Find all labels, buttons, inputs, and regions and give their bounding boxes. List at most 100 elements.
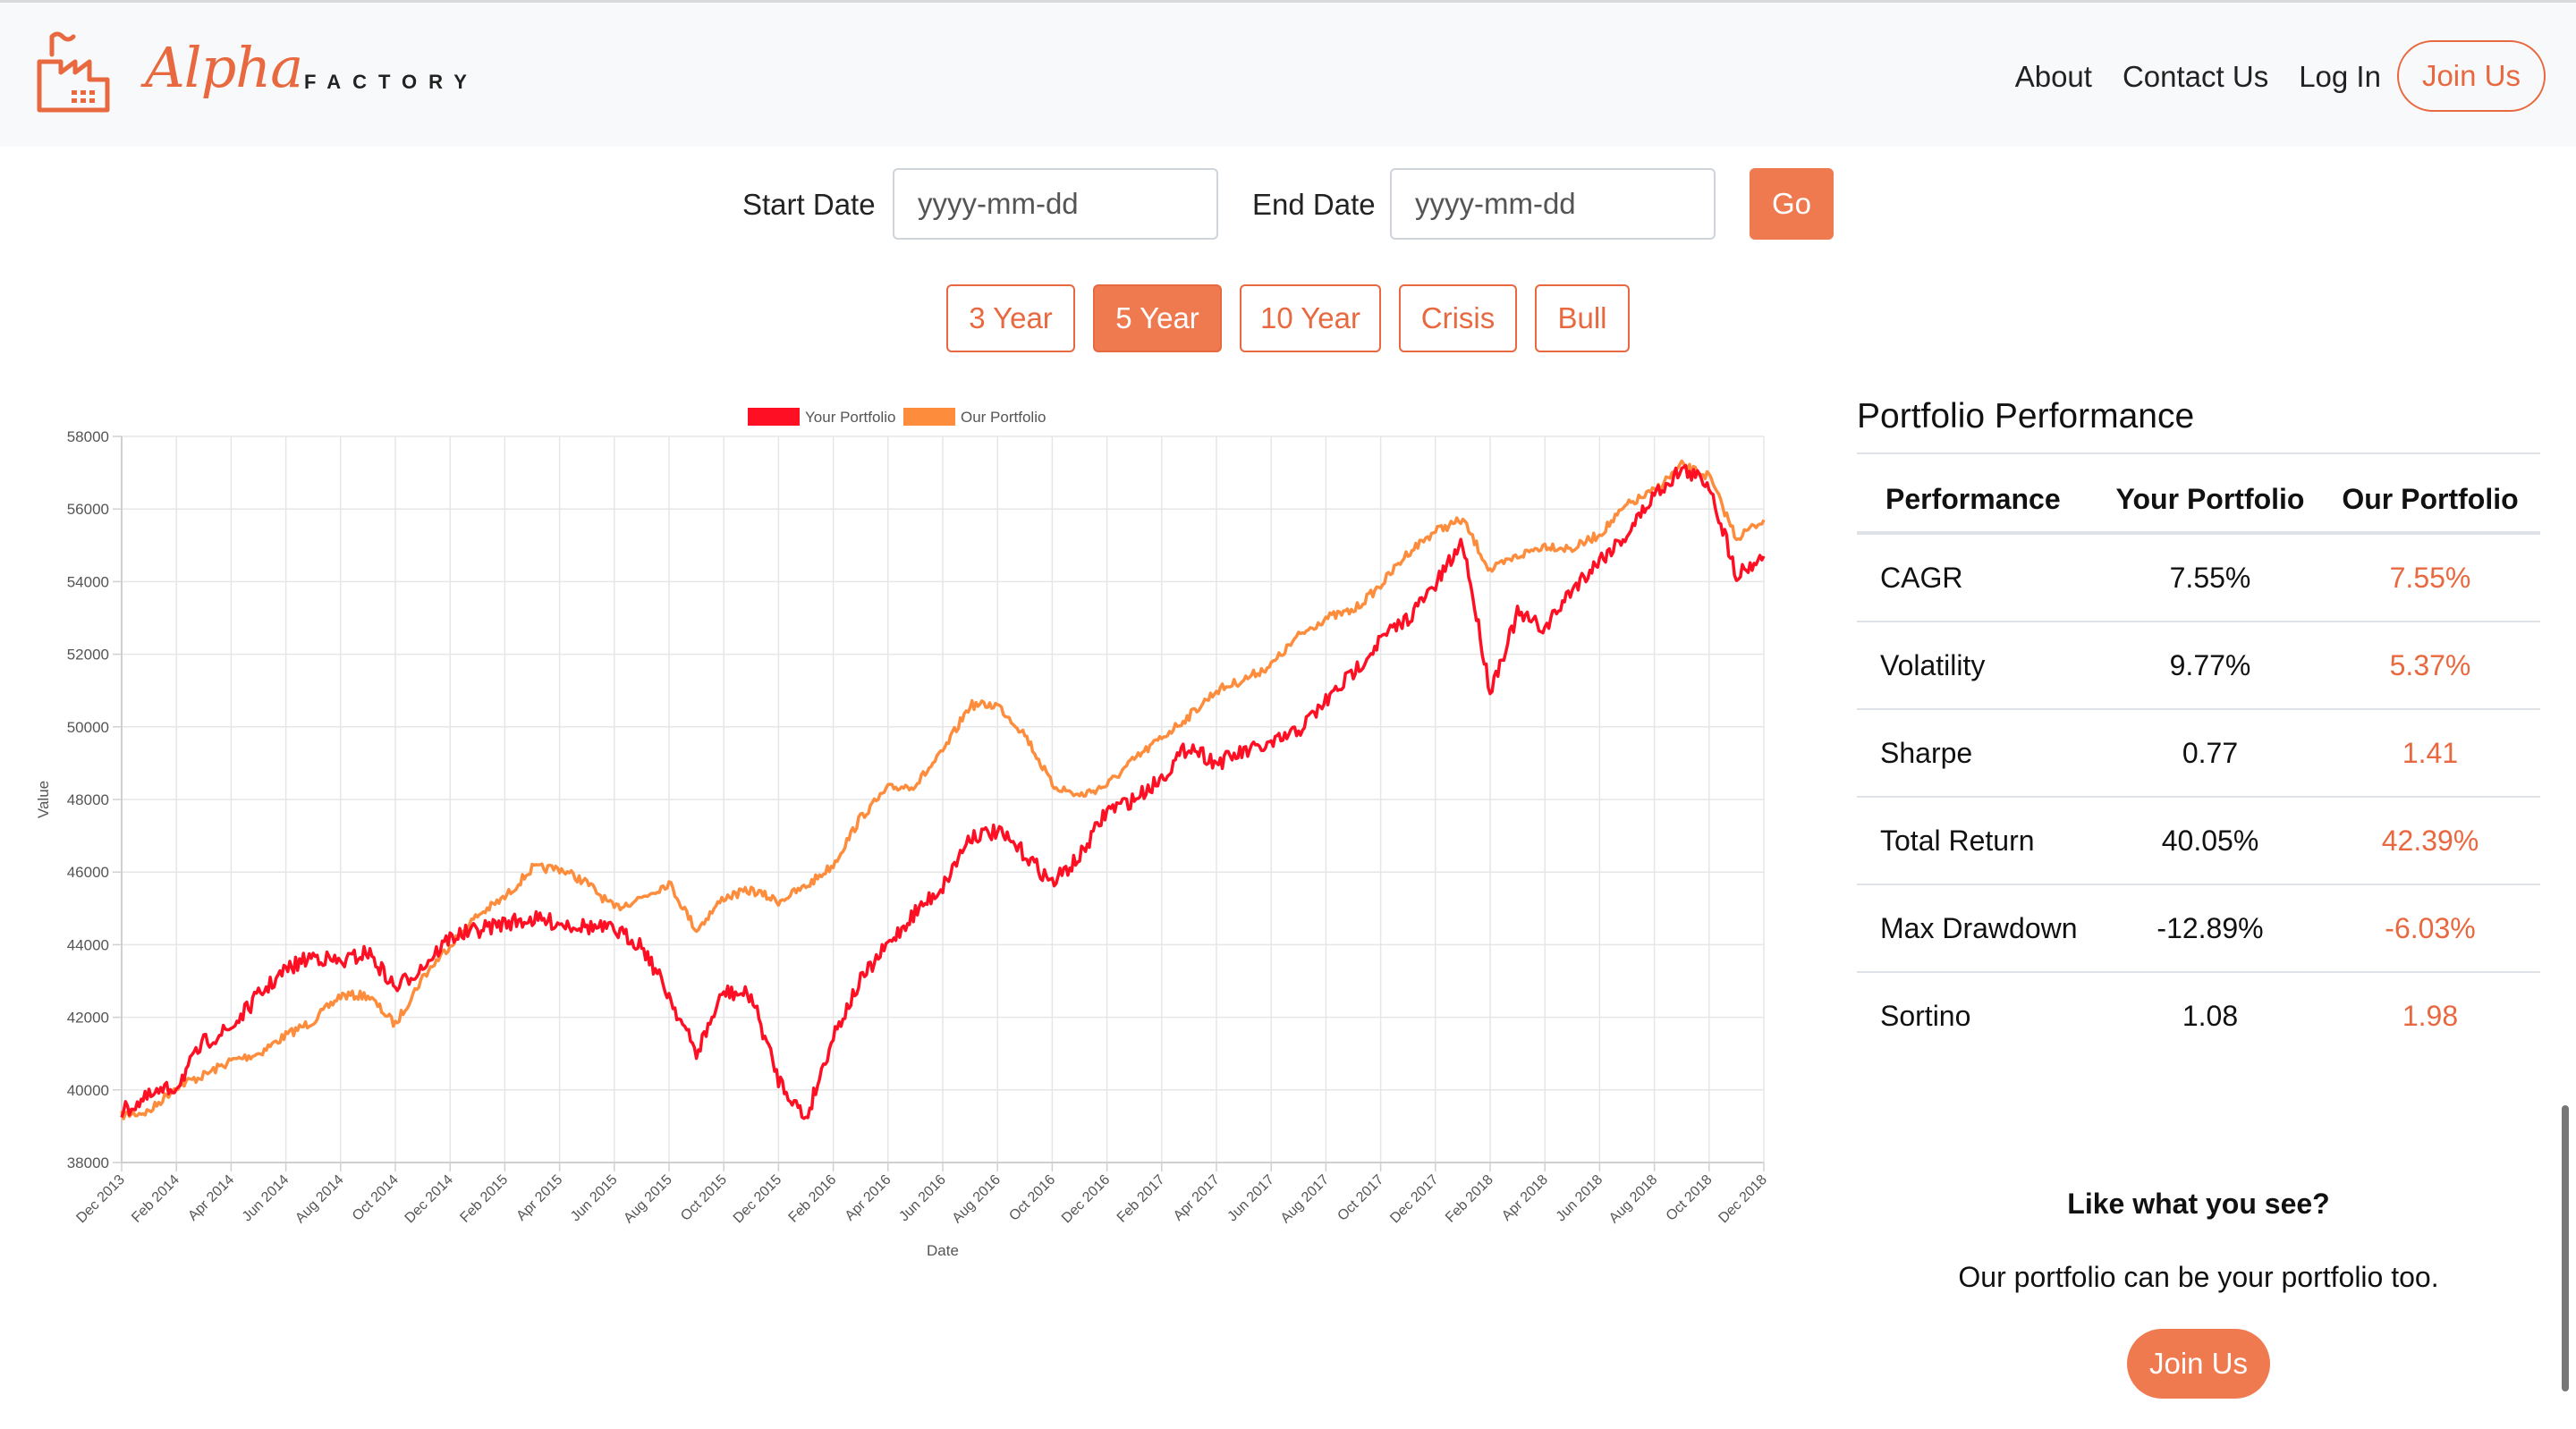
- our-value-cell: 7.55%: [2320, 533, 2540, 622]
- x-tick-label: Oct 2015: [678, 1172, 730, 1224]
- y-tick-label: 44000: [67, 936, 109, 953]
- brand-script-name[interactable]: Alpha: [145, 40, 303, 96]
- x-tick-label: Dec 2013: [73, 1172, 128, 1227]
- legend-swatch: [903, 408, 955, 426]
- period-10-year-button[interactable]: 10 Year: [1240, 284, 1381, 352]
- x-tick-label: Jun 2016: [896, 1172, 949, 1225]
- nav-contact-link[interactable]: Contact Us: [2123, 62, 2268, 91]
- period-bull-button[interactable]: Bull: [1535, 284, 1630, 352]
- x-tick-label: Feb 2016: [786, 1172, 840, 1226]
- metric-cell: CAGR: [1857, 533, 2100, 622]
- x-tick-label: Oct 2018: [1664, 1172, 1716, 1224]
- x-tick-label: Oct 2017: [1335, 1172, 1386, 1224]
- x-tick-label: Jun 2014: [240, 1172, 292, 1225]
- nav-join-button[interactable]: Join Us: [2396, 40, 2546, 112]
- y-axis-title: Value: [35, 781, 52, 818]
- y-tick-label: 38000: [67, 1154, 109, 1171]
- cta-heading: Like what you see?: [2067, 1188, 2330, 1220]
- x-tick-label: Dec 2015: [731, 1172, 785, 1227]
- nav-login-link[interactable]: Log In: [2299, 62, 2381, 91]
- cta-join-button[interactable]: Join Us: [2127, 1329, 2270, 1399]
- x-tick-label: Dec 2016: [1059, 1172, 1114, 1227]
- our-value-cell: 1.41: [2320, 709, 2540, 798]
- x-tick-label: Dec 2017: [1387, 1172, 1442, 1227]
- header-our-portfolio: Our Portfolio: [2320, 452, 2540, 535]
- x-tick-label: Jun 2017: [1224, 1172, 1277, 1225]
- x-tick-label: Apr 2014: [185, 1172, 237, 1224]
- cta-text: Our portfolio can be your portfolio too.: [1958, 1261, 2439, 1293]
- your-value-cell: -12.89%: [2100, 884, 2320, 973]
- y-tick-label: 54000: [67, 573, 109, 590]
- performance-row: Max Drawdown -12.89% -6.03%: [1857, 884, 2540, 973]
- y-tick-label: 56000: [67, 501, 109, 518]
- x-tick-label: Aug 2017: [1278, 1172, 1333, 1227]
- x-tick-label: Dec 2018: [1716, 1172, 1770, 1227]
- start-date-input[interactable]: yyyy-mm-dd: [893, 168, 1218, 240]
- x-tick-label: Feb 2014: [129, 1172, 182, 1226]
- header-your-portfolio: Your Portfolio: [2100, 452, 2320, 535]
- x-tick-label: Feb 2017: [1114, 1172, 1168, 1226]
- end-date-input[interactable]: yyyy-mm-dd: [1390, 168, 1716, 240]
- metric-cell: Max Drawdown: [1857, 884, 2100, 973]
- your-value-cell: 9.77%: [2100, 621, 2320, 710]
- navbar: Alpha FACTORY About Contact Us Log In Jo…: [0, 0, 2576, 147]
- portfolio-line-chart[interactable]: 38000 40000 42000 44000 46000 48000 50000 52000…: [27, 393, 1780, 1270]
- our-value-cell: -6.03%: [2320, 884, 2540, 973]
- go-button[interactable]: Go: [1750, 168, 1834, 240]
- metric-cell: Volatility: [1857, 621, 2100, 710]
- x-tick-label: Oct 2016: [1006, 1172, 1058, 1224]
- x-tick-label: Aug 2014: [292, 1172, 347, 1227]
- period-3-year-button[interactable]: 3 Year: [946, 284, 1075, 352]
- legend-swatch: [748, 408, 800, 426]
- performance-row: CAGR 7.55% 7.55%: [1857, 533, 2540, 622]
- period-selector: 3 Year 5 Year 10 Year Crisis Bull: [0, 284, 2576, 352]
- your-value-cell: 1.08: [2182, 1000, 2239, 1032]
- y-tick-label: 50000: [67, 719, 109, 736]
- brand-caps-name[interactable]: FACTORY: [304, 72, 479, 92]
- y-tick-label: 48000: [67, 791, 109, 808]
- performance-header-row: Performance Your Portfolio Our Portfolio: [1857, 452, 2540, 535]
- legend-label: Your Portfolio: [805, 409, 895, 426]
- x-tick-label: Aug 2018: [1606, 1172, 1661, 1227]
- x-tick-label: Oct 2014: [350, 1172, 402, 1224]
- x-tick-label: Aug 2016: [950, 1172, 1004, 1227]
- x-tick-label: Apr 2016: [843, 1172, 894, 1224]
- performance-row: Volatility 9.77% 5.37%: [1857, 621, 2540, 710]
- performance-row: Sharpe 0.77 1.41: [1857, 709, 2540, 798]
- start-date-label: Start Date: [742, 188, 876, 221]
- period-crisis-button[interactable]: Crisis: [1399, 284, 1517, 352]
- scrollbar-thumb[interactable]: [2562, 1105, 2569, 1391]
- end-date-label: End Date: [1252, 188, 1376, 221]
- header-performance: Performance: [1857, 452, 2100, 535]
- performance-row: Total Return 40.05% 42.39%: [1857, 797, 2540, 885]
- x-tick-label: Apr 2017: [1171, 1172, 1223, 1224]
- y-tick-label: 46000: [67, 864, 109, 881]
- our-value-cell: 1.98: [2402, 1000, 2459, 1032]
- x-tick-label: Jun 2018: [1554, 1172, 1606, 1225]
- metric-cell: Sharpe: [1857, 709, 2100, 798]
- nav-about-link[interactable]: About: [2015, 62, 2092, 91]
- y-tick-label: 52000: [67, 647, 109, 664]
- x-tick-label: Feb 2018: [1443, 1172, 1496, 1226]
- y-tick-label: 42000: [67, 1010, 109, 1027]
- legend-label: Our Portfolio: [961, 409, 1046, 426]
- x-tick-label: Apr 2015: [513, 1172, 565, 1224]
- your-value-cell: 7.55%: [2100, 533, 2320, 622]
- y-tick-label: 58000: [67, 428, 109, 445]
- your-value-cell: 0.77: [2100, 709, 2320, 798]
- nav-links: About Contact Us Log In Join Us: [1985, 40, 2546, 112]
- our-value-cell: 5.37%: [2320, 621, 2540, 710]
- period-5-year-button[interactable]: 5 Year: [1093, 284, 1222, 352]
- metric-cell: Sortino: [1880, 1000, 1971, 1032]
- metric-cell: Total Return: [1857, 797, 2100, 885]
- x-tick-label: Dec 2014: [402, 1172, 457, 1227]
- x-tick-label: Aug 2015: [621, 1172, 675, 1227]
- x-tick-label: Jun 2015: [568, 1172, 621, 1225]
- our-value-cell: 42.39%: [2320, 797, 2540, 885]
- performance-title: Portfolio Performance: [1857, 397, 2195, 435]
- x-tick-label: Feb 2015: [457, 1172, 511, 1226]
- y-tick-label: 40000: [67, 1082, 109, 1099]
- x-tick-label: Apr 2018: [1499, 1172, 1551, 1224]
- factory-logo-icon[interactable]: [36, 30, 113, 114]
- date-filter: Start Date yyyy-mm-dd End Date yyyy-mm-d…: [0, 168, 2576, 240]
